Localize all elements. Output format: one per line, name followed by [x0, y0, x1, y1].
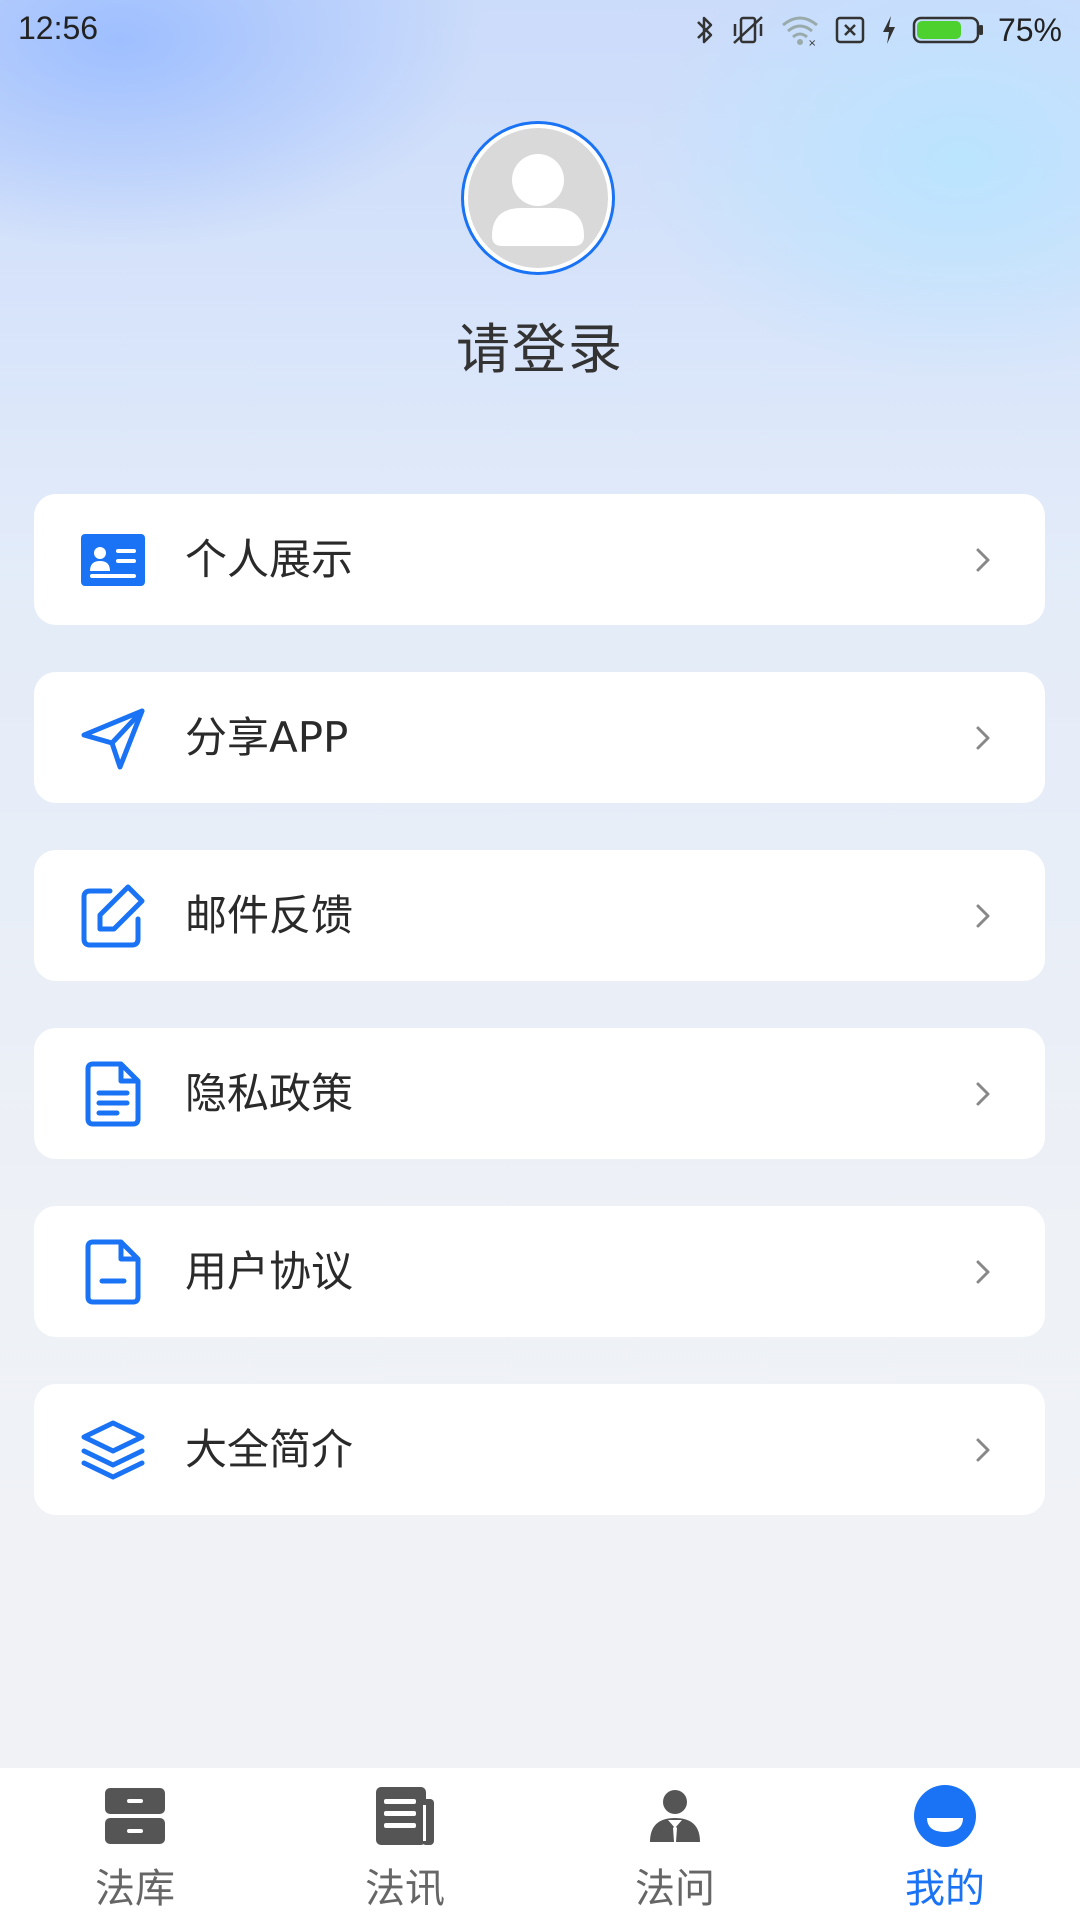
login-prompt[interactable]: 请登录	[0, 305, 1080, 384]
menu-item-label: 邮件反馈	[185, 891, 354, 940]
nav-tab-mine[interactable]: 我的	[810, 1768, 1080, 1920]
nav-tab-label: 法库	[95, 1866, 175, 1912]
chevron-right-icon	[971, 1254, 995, 1290]
menu-item-user-agreement[interactable]: 用户协议	[34, 1206, 1045, 1337]
chevron-right-icon	[971, 1432, 995, 1468]
lawyer-icon	[643, 1784, 707, 1848]
edit-icon	[80, 883, 146, 949]
nav-tab-law-library[interactable]: 法库	[0, 1768, 270, 1920]
profile-icon	[913, 1784, 977, 1848]
status-bar: 12:56 × 75%	[0, 0, 1080, 64]
nav-tab-law-news[interactable]: 法讯	[270, 1768, 540, 1920]
nav-tab-label: 我的	[905, 1866, 985, 1912]
nav-tab-label: 法问	[635, 1866, 715, 1912]
avatar[interactable]	[461, 121, 615, 275]
menu-item-personal-showcase[interactable]: 个人展示	[34, 494, 1045, 625]
news-icon	[373, 1784, 437, 1848]
file-icon	[80, 1239, 146, 1305]
mute-vibrate-icon	[730, 13, 766, 47]
no-sim-icon	[834, 13, 866, 47]
menu-item-email-feedback[interactable]: 邮件反馈	[34, 850, 1045, 981]
menu-item-label: 大全简介	[185, 1425, 354, 1474]
id-card-icon	[80, 527, 146, 593]
svg-text:×: ×	[808, 38, 816, 47]
menu-item-label: 分享APP	[185, 713, 349, 762]
nav-tab-law-questions[interactable]: 法问	[540, 1768, 810, 1920]
archive-icon	[103, 1784, 167, 1848]
menu-item-label: 隐私政策	[185, 1069, 354, 1118]
charging-icon	[880, 13, 898, 47]
chevron-right-icon	[971, 1076, 995, 1112]
bluetooth-icon	[694, 13, 716, 47]
chevron-right-icon	[971, 898, 995, 934]
wifi-icon: ×	[780, 13, 820, 47]
menu-item-label: 个人展示	[185, 535, 354, 584]
battery-percentage: 75%	[997, 11, 1062, 48]
chevron-right-icon	[971, 542, 995, 578]
chevron-right-icon	[971, 720, 995, 756]
nav-tab-label: 法讯	[365, 1866, 445, 1912]
menu-item-about[interactable]: 大全简介	[34, 1384, 1045, 1515]
header-background	[0, 0, 1080, 560]
status-icons: × 75%	[694, 10, 1062, 50]
status-time: 12:56	[18, 10, 99, 46]
document-icon	[80, 1061, 146, 1127]
battery-icon	[912, 13, 984, 47]
bottom-navigation: 法库 法讯 法问 我的	[0, 1768, 1080, 1920]
menu-item-label: 用户协议	[185, 1247, 354, 1296]
send-icon	[80, 705, 146, 771]
menu-item-share-app[interactable]: 分享APP	[34, 672, 1045, 803]
avatar-placeholder-icon	[468, 128, 608, 268]
layers-icon	[80, 1417, 146, 1483]
menu-item-privacy-policy[interactable]: 隐私政策	[34, 1028, 1045, 1159]
